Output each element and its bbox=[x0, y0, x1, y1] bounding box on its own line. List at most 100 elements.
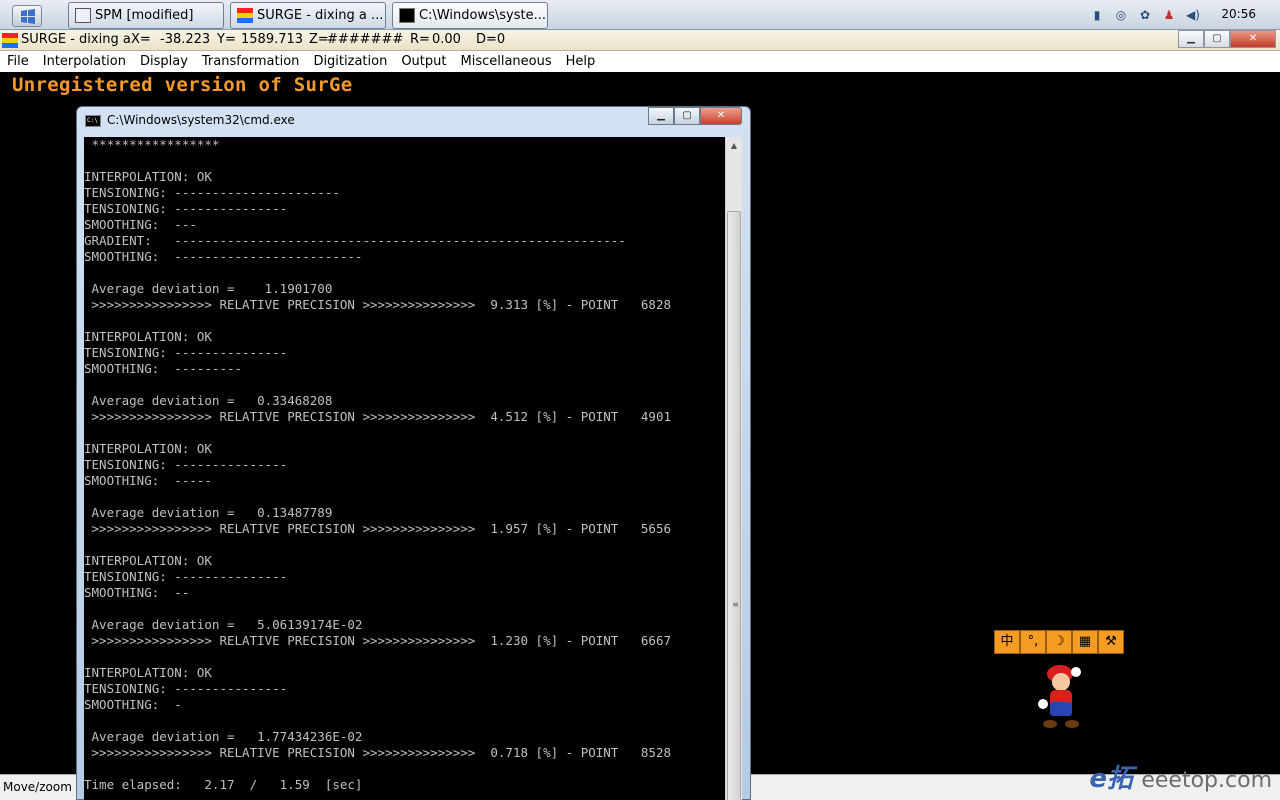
qq-icon[interactable]: ♟ bbox=[1162, 8, 1176, 22]
taskbar-task-cmd[interactable]: C:\Windows\syste... bbox=[392, 2, 548, 29]
security-icon[interactable]: ✿ bbox=[1138, 8, 1152, 22]
ime-chinese-key[interactable]: 中 bbox=[994, 630, 1020, 654]
surge-logo-icon bbox=[2, 33, 18, 48]
ime-moon-key[interactable]: ☽ bbox=[1046, 630, 1072, 654]
console-line: SMOOTHING: -- bbox=[84, 585, 190, 600]
r-label: R= bbox=[410, 32, 430, 47]
z-value: ####### bbox=[327, 32, 404, 47]
console-output[interactable]: ***************** INTERPOLATION: OK TENSIO… bbox=[84, 137, 725, 800]
cmd-title-bar[interactable]: C:\ C:\Windows\system32\cmd.exe bbox=[85, 113, 295, 127]
menu-help[interactable]: Help bbox=[559, 54, 603, 69]
console-line: Time elapsed: 2.17 / 1.59 [sec] bbox=[84, 777, 363, 792]
console-line: >>>>>>>>>>>>>>>> RELATIVE PRECISION >>>>… bbox=[84, 745, 671, 760]
console-line: TENSIONING: ---------------------- bbox=[84, 185, 340, 200]
y-label: Y= bbox=[217, 32, 236, 47]
task-label: C:\Windows\syste... bbox=[419, 8, 546, 23]
ime-punct-key[interactable]: °, bbox=[1020, 630, 1046, 654]
close-button[interactable]: ✕ bbox=[1230, 30, 1276, 48]
network-icon[interactable]: ◎ bbox=[1114, 8, 1128, 22]
console-line: Average deviation = 5.06139174E-02 bbox=[84, 617, 363, 632]
ime-keyboard-key[interactable]: ▦ bbox=[1072, 630, 1098, 654]
grip-icon: ≡ bbox=[732, 600, 739, 609]
menu-transformation[interactable]: Transformation bbox=[195, 54, 307, 69]
volume-icon[interactable]: ◀) bbox=[1186, 8, 1200, 22]
clock[interactable]: 20:56 bbox=[1221, 7, 1256, 21]
menu-digitization[interactable]: Digitization bbox=[306, 54, 394, 69]
console-scrollbar[interactable]: ▲ ≡ bbox=[725, 137, 742, 800]
signal-icon[interactable]: ▮ bbox=[1090, 8, 1104, 22]
surge-app-icon bbox=[237, 8, 253, 23]
console-line: SMOOTHING: --------- bbox=[84, 361, 243, 376]
cmd-minimize-button[interactable]: ▁ bbox=[648, 107, 674, 125]
console-line: GRADIENT: ------------------------------… bbox=[84, 233, 626, 248]
console-line: >>>>>>>>>>>>>>>> RELATIVE PRECISION >>>>… bbox=[84, 409, 671, 424]
console-line: TENSIONING: --------------- bbox=[84, 569, 288, 584]
x-value: -38.223 bbox=[160, 32, 211, 47]
maximize-button[interactable]: ▢ bbox=[1204, 30, 1230, 48]
start-button[interactable] bbox=[12, 5, 42, 27]
scroll-thumb[interactable]: ≡ bbox=[727, 211, 741, 800]
y-value: 1589.713 bbox=[241, 32, 304, 47]
minimize-button[interactable]: ▁ bbox=[1178, 30, 1204, 48]
surge-window-title: SURGE - dixing a bbox=[21, 32, 131, 47]
watermark-brand: e拓 bbox=[1089, 764, 1133, 794]
menu-interpolation[interactable]: Interpolation bbox=[36, 54, 133, 69]
menu-output[interactable]: Output bbox=[394, 54, 453, 69]
taskbar-task-spm[interactable]: SPM [modified] bbox=[68, 2, 224, 29]
cmd-close-button[interactable]: ✕ bbox=[700, 107, 742, 125]
taskbar: SPM [modified] SURGE - dixing a ... C:\W… bbox=[0, 0, 1280, 30]
console-line: >>>>>>>>>>>>>>>> RELATIVE PRECISION >>>>… bbox=[84, 633, 671, 648]
console-line: SMOOTHING: - bbox=[84, 697, 182, 712]
console-line: Average deviation = 1.1901700 bbox=[84, 281, 333, 296]
console-line: INTERPOLATION: OK bbox=[84, 329, 212, 344]
console-line: TENSIONING: --------------- bbox=[84, 201, 288, 216]
task-label: SURGE - dixing a ... bbox=[257, 8, 384, 23]
status-bar: Move/zoom bbox=[0, 774, 76, 800]
system-tray: ▮ ◎ ✿ ♟ ◀) 20:56 bbox=[1070, 0, 1280, 30]
scroll-up-arrow-icon[interactable]: ▲ bbox=[726, 137, 742, 154]
menu-bar: File Interpolation Display Transformatio… bbox=[0, 51, 1280, 72]
unregistered-banner: Unregistered version of SurGe bbox=[12, 74, 353, 96]
console-line: >>>>>>>>>>>>>>>> RELATIVE PRECISION >>>>… bbox=[84, 297, 671, 312]
cmd-window-controls: ▁ ▢ ✕ bbox=[648, 107, 742, 125]
console-line: SMOOTHING: ------------------------- bbox=[84, 249, 363, 264]
console-line: TENSIONING: --------------- bbox=[84, 457, 288, 472]
console-line: Average deviation = 0.13487789 bbox=[84, 505, 333, 520]
task-label: SPM [modified] bbox=[95, 8, 194, 23]
ime-tools-key[interactable]: ⚒ bbox=[1098, 630, 1124, 654]
watermark-site: eeetop.com bbox=[1141, 768, 1272, 793]
console-line: SMOOTHING: --- bbox=[84, 217, 197, 232]
cmd-maximize-button[interactable]: ▢ bbox=[674, 107, 700, 125]
cmd-icon: C:\ bbox=[85, 115, 101, 127]
windows-logo-icon bbox=[21, 9, 35, 24]
console-line: INTERPOLATION: OK bbox=[84, 665, 212, 680]
cmd-window[interactable]: C:\ C:\Windows\system32\cmd.exe ▁ ▢ ✕ **… bbox=[76, 106, 751, 800]
console-line: SMOOTHING: ----- bbox=[84, 473, 212, 488]
console-line: >>>>>>>>>>>>>>>> RELATIVE PRECISION >>>>… bbox=[84, 521, 671, 536]
menu-file[interactable]: File bbox=[0, 54, 36, 69]
surge-title-bar: SURGE - dixing a X= -38.223 Y= 1589.713 … bbox=[0, 30, 1280, 51]
taskbar-task-surge[interactable]: SURGE - dixing a ... bbox=[230, 2, 386, 29]
console-line: ***************** bbox=[84, 137, 220, 152]
surge-window-controls: ▁ ▢ ✕ bbox=[1178, 30, 1276, 49]
z-label: Z= bbox=[309, 32, 329, 47]
cmd-window-title: C:\Windows\system32\cmd.exe bbox=[107, 113, 295, 127]
d-value: D=0 bbox=[476, 32, 506, 47]
spm-app-icon bbox=[75, 8, 91, 23]
console-line: TENSIONING: --------------- bbox=[84, 345, 288, 360]
watermark: e拓 eeetop.com bbox=[1089, 758, 1272, 795]
ime-toolbar: 中 °, ☽ ▦ ⚒ bbox=[994, 630, 1124, 654]
console-line: Average deviation = 1.77434236E-02 bbox=[84, 729, 363, 744]
menu-display[interactable]: Display bbox=[133, 54, 195, 69]
menu-miscellaneous[interactable]: Miscellaneous bbox=[454, 54, 559, 69]
